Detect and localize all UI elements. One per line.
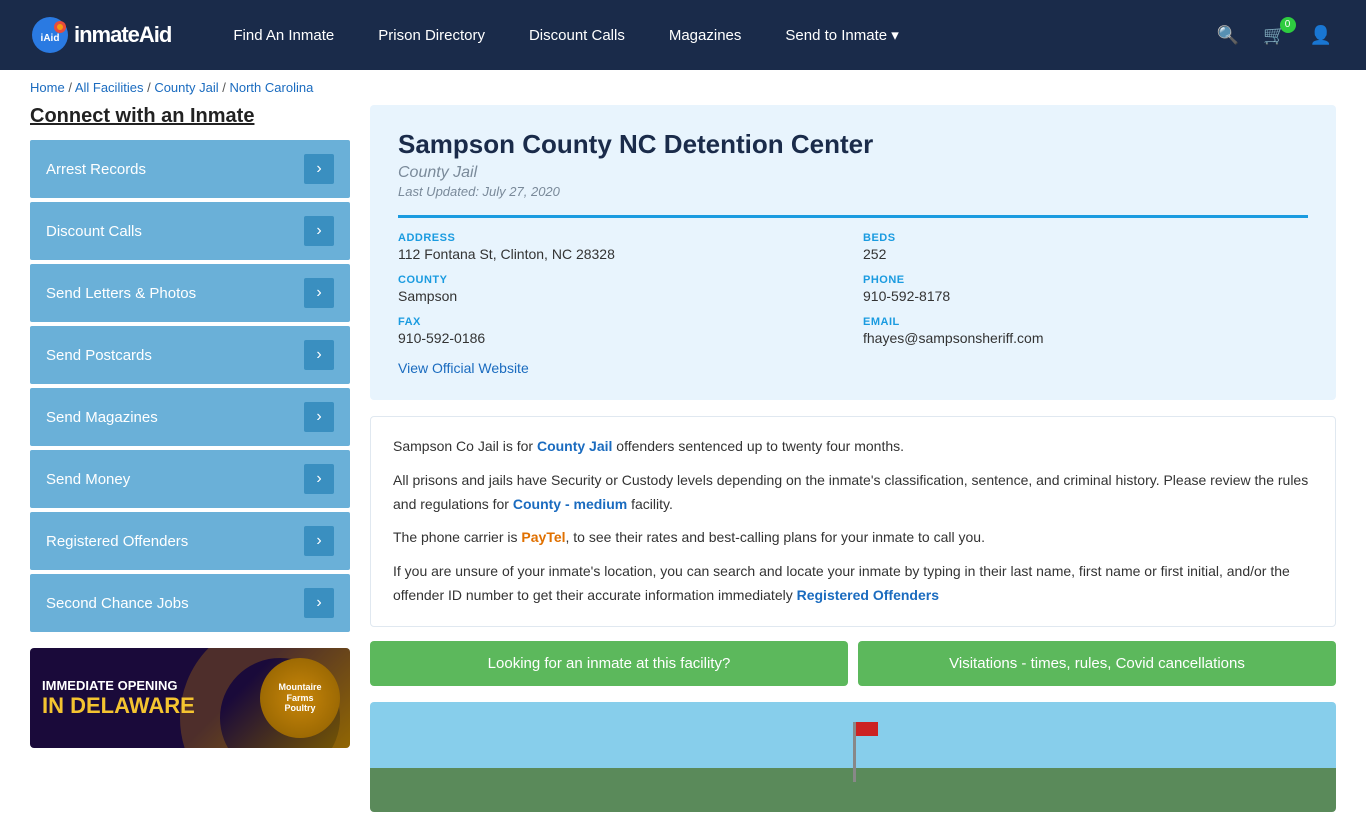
county-jail-link[interactable]: County Jail [537,438,612,454]
sidebar-item-send-magazines[interactable]: Send Magazines › [30,388,350,446]
svg-text:iAid: iAid [41,33,60,44]
sidebar-item-label: Second Chance Jobs [46,595,189,612]
sidebar: Connect with an Inmate Arrest Records › … [30,105,350,812]
address-label: ADDRESS [398,232,843,244]
arrow-icon: › [304,278,334,308]
sidebar-title: Connect with an Inmate [30,105,350,128]
header: iAid inmateAid Find An Inmate Prison Dir… [0,0,1366,70]
fax-value: 910-592-0186 [398,330,843,346]
facility-card: Sampson County NC Detention Center Count… [370,105,1336,400]
ad-immediate-text: IMMEDIATE OPENING [42,678,195,693]
sidebar-item-arrest-records[interactable]: Arrest Records › [30,140,350,198]
paytel-link[interactable]: PayTel [521,529,565,545]
sidebar-item-send-postcards[interactable]: Send Postcards › [30,326,350,384]
sidebar-item-label: Send Postcards [46,347,152,364]
cart-button[interactable]: 🛒 0 [1259,21,1289,50]
fax-cell: FAX 910-592-0186 [398,316,843,346]
sidebar-item-label: Send Money [46,471,130,488]
nav-find-inmate[interactable]: Find An Inmate [211,0,356,70]
breadcrumb-all-facilities[interactable]: All Facilities [75,80,144,95]
registered-offenders-link[interactable]: Registered Offenders [797,587,939,603]
desc-p1: Sampson Co Jail is for County Jail offen… [393,435,1313,459]
county-value: Sampson [398,288,843,304]
email-cell: EMAIL fhayes@sampsonsheriff.com [863,316,1308,346]
search-icon: 🔍 [1217,25,1239,45]
facility-photo [370,702,1336,812]
sidebar-item-second-chance-jobs[interactable]: Second Chance Jobs › [30,574,350,632]
ad-text-block: IMMEDIATE OPENING IN DELAWARE [42,678,195,719]
beds-cell: BEDS 252 [863,232,1308,262]
ad-logo-circle: MountaireFarmsPoultry [260,658,340,738]
sidebar-item-registered-offenders[interactable]: Registered Offenders › [30,512,350,570]
email-value: fhayes@sampsonsheriff.com [863,330,1308,346]
desc-p3: The phone carrier is PayTel, to see thei… [393,526,1313,550]
facility-content: Sampson County NC Detention Center Count… [370,105,1336,812]
logo-text: inmateAid [74,22,171,48]
email-label: EMAIL [863,316,1308,328]
desc-p4: If you are unsure of your inmate's locat… [393,560,1313,608]
sidebar-item-send-money[interactable]: Send Money › [30,450,350,508]
facility-description: Sampson Co Jail is for County Jail offen… [370,416,1336,627]
address-cell: ADDRESS 112 Fontana St, Clinton, NC 2832… [398,232,843,262]
ad-banner[interactable]: IMMEDIATE OPENING IN DELAWARE MountaireF… [30,648,350,748]
ad-logo-text: MountaireFarmsPoultry [278,682,321,714]
arrow-icon: › [304,216,334,246]
arrow-icon: › [304,588,334,618]
logo[interactable]: iAid inmateAid [30,15,171,55]
beds-label: BEDS [863,232,1308,244]
sidebar-item-label: Registered Offenders [46,533,188,550]
nav-prison-directory[interactable]: Prison Directory [356,0,507,70]
facility-type: County Jail [398,164,1308,182]
cart-badge: 0 [1280,17,1296,33]
user-button[interactable]: 👤 [1306,21,1336,50]
main-nav: Find An Inmate Prison Directory Discount… [211,0,1212,70]
facility-name: Sampson County NC Detention Center [398,129,1308,160]
sidebar-item-label: Arrest Records [46,161,146,178]
arrow-icon: › [304,526,334,556]
search-button[interactable]: 🔍 [1213,21,1243,50]
phone-label: PHONE [863,274,1308,286]
phone-cell: PHONE 910-592-8178 [863,274,1308,304]
county-cell: COUNTY Sampson [398,274,843,304]
nav-magazines[interactable]: Magazines [647,0,764,70]
sidebar-item-label: Discount Calls [46,223,142,240]
sidebar-item-send-letters[interactable]: Send Letters & Photos › [30,264,350,322]
user-icon: 👤 [1310,25,1332,45]
desc-p2: All prisons and jails have Security or C… [393,469,1313,517]
county-label: COUNTY [398,274,843,286]
breadcrumb-north-carolina[interactable]: North Carolina [229,80,313,95]
nav-send-to-inmate[interactable]: Send to Inmate ▾ [763,0,920,70]
main-content: Connect with an Inmate Arrest Records › … [0,105,1366,832]
phone-value: 910-592-8178 [863,288,1308,304]
sidebar-item-discount-calls[interactable]: Discount Calls › [30,202,350,260]
visitations-button[interactable]: Visitations - times, rules, Covid cancel… [858,641,1336,686]
arrow-icon: › [304,340,334,370]
breadcrumb-county-jail[interactable]: County Jail [154,80,218,95]
sidebar-menu: Arrest Records › Discount Calls › Send L… [30,140,350,632]
official-website-link[interactable]: View Official Website [398,360,529,376]
county-medium-link[interactable]: County - medium [513,496,627,512]
sidebar-item-label: Send Letters & Photos [46,285,196,302]
sidebar-item-label: Send Magazines [46,409,158,426]
facility-updated: Last Updated: July 27, 2020 [398,184,1308,199]
arrow-icon: › [304,154,334,184]
flag [856,722,878,736]
fax-label: FAX [398,316,843,328]
arrow-icon: › [304,402,334,432]
looking-for-inmate-button[interactable]: Looking for an inmate at this facility? [370,641,848,686]
arrow-icon: › [304,464,334,494]
logo-icon: iAid [30,15,70,55]
ad-delaware-text: IN DELAWARE [42,693,195,719]
breadcrumb-home[interactable]: Home [30,80,65,95]
beds-value: 252 [863,246,1308,262]
header-icons: 🔍 🛒 0 👤 [1213,21,1336,50]
info-grid: ADDRESS 112 Fontana St, Clinton, NC 2832… [398,215,1308,346]
breadcrumb: Home / All Facilities / County Jail / No… [0,70,1366,105]
nav-discount-calls[interactable]: Discount Calls [507,0,647,70]
action-buttons: Looking for an inmate at this facility? … [370,641,1336,686]
address-value: 112 Fontana St, Clinton, NC 28328 [398,246,843,262]
